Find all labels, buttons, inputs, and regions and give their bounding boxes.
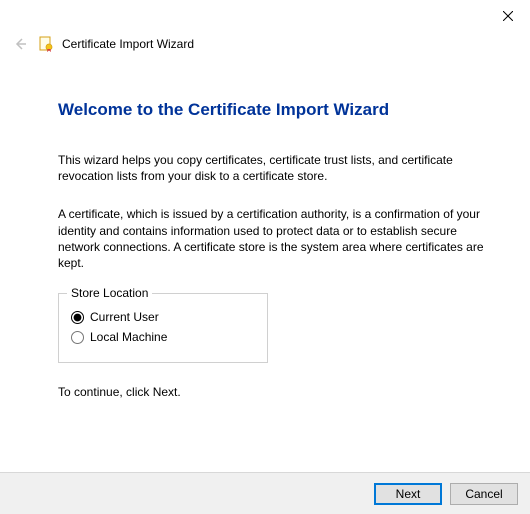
back-button[interactable] <box>10 34 30 54</box>
radio-local-machine-label: Local Machine <box>90 330 167 344</box>
back-arrow-icon <box>12 36 28 52</box>
close-button[interactable] <box>498 6 518 26</box>
continue-text: To continue, click Next. <box>58 385 490 399</box>
page-heading: Welcome to the Certificate Import Wizard <box>58 100 490 120</box>
store-location-group: Store Location Current User Local Machin… <box>58 293 268 363</box>
radio-current-user-input[interactable] <box>71 311 84 324</box>
next-button[interactable]: Next <box>374 483 442 505</box>
radio-current-user-label: Current User <box>90 310 159 324</box>
intro-text: This wizard helps you copy certificates,… <box>58 152 490 184</box>
wizard-header: Certificate Import Wizard <box>10 34 194 54</box>
certificate-icon <box>38 36 54 52</box>
close-icon <box>503 11 513 21</box>
wizard-title: Certificate Import Wizard <box>62 37 194 51</box>
radio-current-user[interactable]: Current User <box>71 310 255 324</box>
radio-local-machine-input[interactable] <box>71 331 84 344</box>
description-text: A certificate, which is issued by a cert… <box>58 206 490 271</box>
store-location-legend: Store Location <box>67 286 152 300</box>
radio-local-machine[interactable]: Local Machine <box>71 330 255 344</box>
cancel-button[interactable]: Cancel <box>450 483 518 505</box>
wizard-footer: Next Cancel <box>0 472 530 514</box>
